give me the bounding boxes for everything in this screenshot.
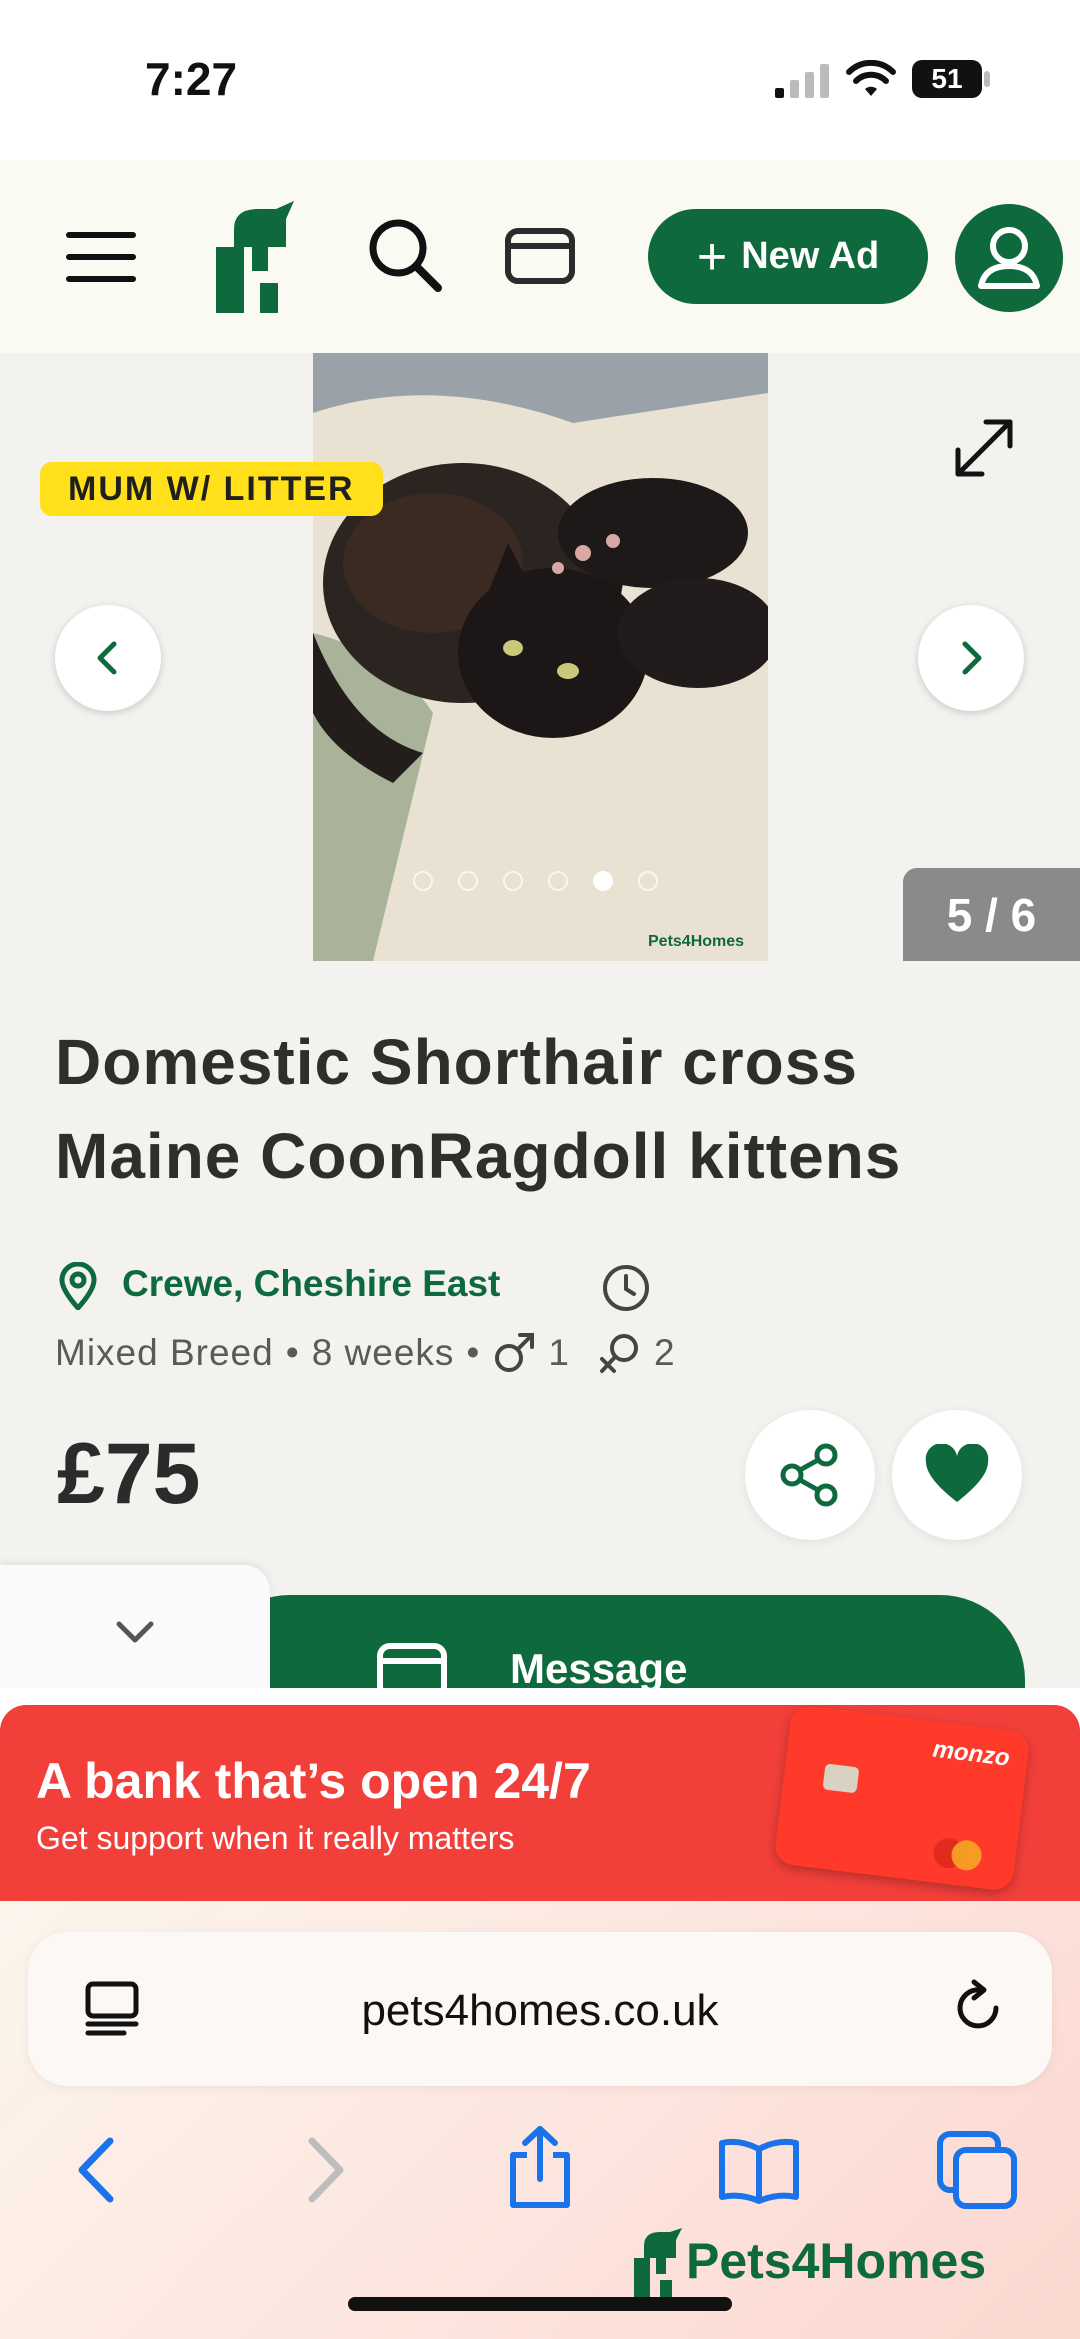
carousel-dot[interactable] [638,871,658,891]
new-ad-label: New Ad [741,235,880,277]
user-icon [978,227,1040,289]
url-text[interactable]: pets4homes.co.uk [0,1986,1080,2036]
card-chip [822,1763,860,1794]
heart-icon [925,1444,989,1502]
reload-icon[interactable] [950,1978,1010,2038]
photo-counter: 5 / 6 [903,868,1080,961]
pets4homes-watermark-icon [634,2228,682,2298]
battery-icon: 51 [912,60,982,98]
bookmarks-icon[interactable] [716,2135,802,2205]
tabs-icon[interactable] [936,2130,1018,2210]
carousel-dot[interactable] [413,871,433,891]
listing-meta: Mixed Breed • 8 weeks • 1 2 [55,1331,676,1375]
listing-title: Domestic Shorthair cross Maine CoonRagdo… [55,1026,902,1192]
battery-tip [984,71,990,87]
listing-location[interactable]: Crewe, Cheshire East [122,1263,500,1305]
profile-button[interactable] [955,204,1063,312]
carousel-dots [413,871,658,891]
female-icon [599,1334,638,1373]
home-indicator [348,2297,732,2311]
battery-level: 51 [931,63,963,94]
new-ad-button[interactable]: + New Ad [648,209,928,304]
breed-text: Mixed Breed [55,1332,274,1373]
message-label: Message [510,1645,688,1692]
expand-icon[interactable] [950,414,1018,482]
search-icon[interactable] [368,218,442,292]
favourite-button[interactable] [892,1410,1022,1540]
separator-dot: • [466,1332,481,1373]
carousel-dot[interactable] [458,871,478,891]
cat-photo-illustration [313,353,768,961]
menu-icon[interactable] [66,232,136,282]
chevron-right-icon [962,641,982,675]
share-sheet-icon[interactable] [505,2125,575,2209]
share-icon [780,1443,838,1507]
listing-price: £75 [57,1426,201,1522]
plus-icon: + [696,227,728,286]
next-photo-button[interactable] [918,605,1024,711]
forward-icon[interactable] [300,2135,350,2205]
chevron-down-icon [116,1621,154,1643]
ad-subline[interactable]: Get support when it really matters [36,1820,514,1857]
listing-photo[interactable]: Pets4Homes [313,353,768,961]
chevron-left-icon [97,641,117,675]
mail-icon[interactable] [505,228,575,284]
male-icon [495,1333,535,1372]
carousel-dot-active[interactable] [593,871,613,891]
bank-card-image[interactable]: monzo [773,1703,1031,1893]
male-count: 1 [548,1332,570,1373]
photo-watermark: Pets4Homes [648,933,745,950]
wifi-icon [846,60,896,96]
litter-badge: MUM W/ LITTER [40,462,383,516]
location-pin-icon [59,1262,97,1310]
pets4homes-logo-icon[interactable] [206,201,300,313]
age-text: 8 weeks [311,1332,455,1373]
separator-dot: • [285,1332,300,1373]
female-count: 2 [653,1332,676,1373]
share-button[interactable] [745,1410,875,1540]
back-icon[interactable] [72,2135,122,2205]
clock-icon [603,1265,649,1311]
previous-photo-button[interactable] [55,605,161,711]
ad-headline[interactable]: A bank that’s open 24/7 [36,1752,591,1810]
carousel-dot[interactable] [548,871,568,891]
cellular-signal-icon [775,64,829,98]
status-time: 7:27 [145,53,238,105]
brand-watermark: Pets4Homes [686,2233,987,2289]
card-brand: monzo [931,1735,1012,1772]
carousel-dot[interactable] [503,871,523,891]
collapse-ad-button[interactable] [0,1565,270,1700]
